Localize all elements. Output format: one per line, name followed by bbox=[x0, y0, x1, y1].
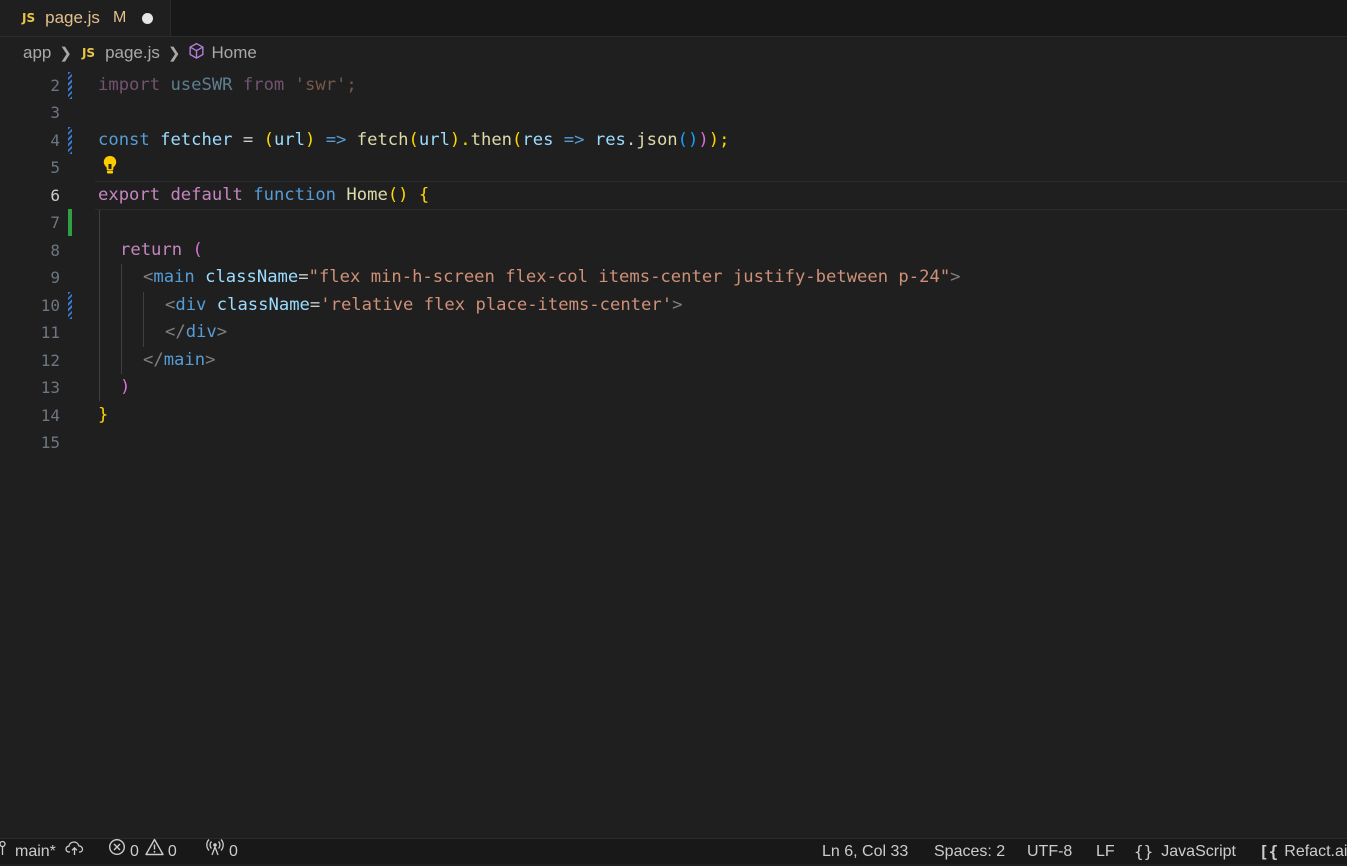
line-number: 3 bbox=[50, 103, 60, 122]
javascript-file-icon: JS bbox=[81, 46, 96, 60]
code-line[interactable]: 10 <div className='relative flex place-i… bbox=[0, 292, 1347, 319]
cursor-position[interactable]: Ln 6, Col 33 bbox=[822, 839, 908, 864]
refact-status[interactable]: [{ Refact.ai bbox=[1259, 839, 1347, 864]
code-line-current[interactable]: 6 export default function Home() { bbox=[0, 181, 1347, 210]
branch-status[interactable]: main* bbox=[0, 839, 89, 864]
refact-logo-icon: [{ bbox=[1259, 841, 1279, 861]
problems-status[interactable]: 0 0 bbox=[108, 838, 177, 866]
line-number: 2 bbox=[50, 76, 60, 95]
code-line[interactable]: 14 } bbox=[0, 402, 1347, 429]
line-number: 15 bbox=[40, 433, 60, 452]
line-number: 8 bbox=[50, 241, 60, 260]
breadcrumb: app ❯ JS page.js ❯ Home bbox=[0, 37, 1347, 69]
error-icon bbox=[108, 838, 130, 866]
symbol-method-icon bbox=[188, 42, 205, 65]
encoding-status[interactable]: UTF-8 bbox=[1027, 839, 1072, 864]
code-text: </main> bbox=[143, 350, 216, 370]
code-text: <main className="flex min-h-screen flex-… bbox=[143, 267, 961, 287]
line-number: 6 bbox=[50, 186, 60, 205]
code-line[interactable]: 11 </div> bbox=[0, 319, 1347, 346]
error-count: 0 bbox=[130, 842, 139, 860]
line-number: 4 bbox=[50, 131, 60, 150]
unsaved-dot-icon[interactable] bbox=[142, 12, 154, 24]
line-number: 13 bbox=[40, 378, 60, 397]
code-line[interactable]: 9 <main className="flex min-h-screen fle… bbox=[0, 264, 1347, 291]
code-text: import useSWR from 'swr'; bbox=[98, 75, 357, 95]
cloud-sync-icon[interactable] bbox=[65, 838, 89, 866]
ports-status[interactable]: 0 bbox=[205, 838, 238, 866]
chevron-right-icon: ❯ bbox=[59, 45, 72, 62]
eol-status[interactable]: LF bbox=[1096, 839, 1115, 864]
breadcrumb-symbol[interactable]: Home bbox=[211, 43, 256, 63]
code-text: ) bbox=[120, 377, 131, 397]
code-line[interactable]: 7 bbox=[0, 209, 1347, 236]
braces-icon: {} bbox=[1134, 841, 1154, 861]
breadcrumb-file[interactable]: page.js bbox=[105, 43, 160, 63]
code-line[interactable]: 8 return ( bbox=[0, 237, 1347, 264]
broadcast-icon bbox=[205, 838, 229, 866]
branch-name: main* bbox=[15, 842, 56, 860]
tab-label: page.js bbox=[45, 8, 100, 27]
code-text: return ( bbox=[120, 240, 203, 260]
line-number: 14 bbox=[40, 406, 60, 425]
indentation-status[interactable]: Spaces: 2 bbox=[934, 839, 1005, 864]
line-number: 7 bbox=[50, 213, 60, 232]
git-branch-icon bbox=[0, 838, 11, 866]
code-text: } bbox=[98, 405, 109, 425]
code-line[interactable]: 15 bbox=[0, 429, 1347, 456]
breadcrumb-folder[interactable]: app bbox=[23, 43, 51, 63]
code-line[interactable]: 13 ) bbox=[0, 374, 1347, 401]
status-bar: main* 0 0 0 Ln 6, Col 33 Spaces: 2 UTF-8… bbox=[0, 838, 1347, 864]
chevron-right-icon: ❯ bbox=[167, 45, 181, 62]
refact-label: Refact.ai bbox=[1284, 842, 1347, 860]
code-text: const fetcher = (url) => fetch(url).then… bbox=[98, 130, 730, 150]
warning-count: 0 bbox=[167, 842, 177, 860]
line-number: 11 bbox=[40, 323, 60, 342]
code-text: <div className='relative flex place-item… bbox=[165, 295, 683, 315]
javascript-file-icon: JS bbox=[22, 11, 36, 25]
line-number: 5 bbox=[50, 158, 60, 177]
line-number: 9 bbox=[50, 268, 60, 287]
code-line[interactable]: 5 bbox=[0, 154, 1347, 181]
line-number: 10 bbox=[40, 296, 60, 315]
code-line[interactable]: 2 import useSWR from 'swr'; bbox=[0, 72, 1347, 99]
code-line[interactable]: 3 bbox=[0, 99, 1347, 126]
language-mode[interactable]: {} JavaScript bbox=[1134, 839, 1236, 864]
code-text: </div> bbox=[165, 322, 228, 342]
line-number: 12 bbox=[40, 351, 60, 370]
language-label: JavaScript bbox=[1161, 842, 1236, 860]
modified-indicator: M bbox=[112, 9, 127, 26]
ports-count: 0 bbox=[229, 842, 238, 860]
code-text: export default function Home() { bbox=[98, 185, 430, 205]
warning-icon bbox=[145, 838, 168, 866]
tab-bar: JS page.js M bbox=[0, 0, 1347, 37]
code-line[interactable]: 12 </main> bbox=[0, 347, 1347, 374]
code-line[interactable]: 4 const fetcher = (url) => fetch(url).th… bbox=[0, 127, 1347, 154]
tab-page-js[interactable]: JS page.js M bbox=[0, 0, 171, 36]
code-editor[interactable]: 2 import useSWR from 'swr'; 3 4 const fe… bbox=[0, 72, 1347, 836]
